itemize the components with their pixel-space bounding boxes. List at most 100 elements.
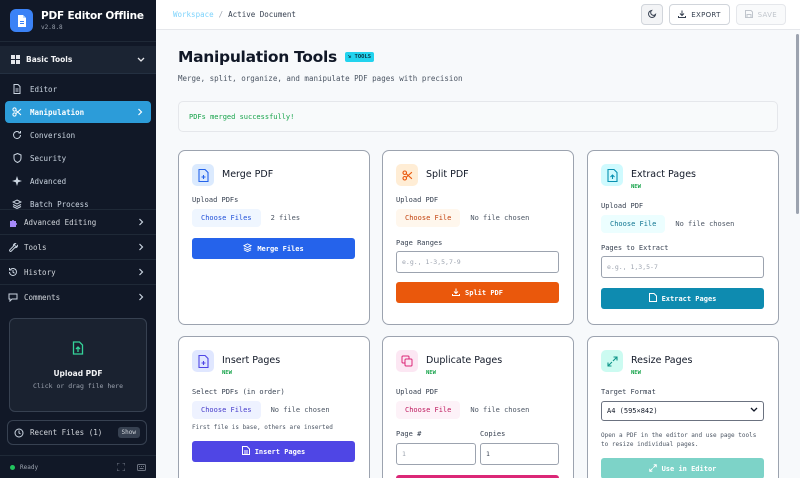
sidebar-item-label: Manipulation	[30, 107, 85, 117]
status-bar: Ready	[0, 455, 156, 478]
sidebar-group-advanced-editing[interactable]: Advanced Editing	[0, 209, 156, 234]
scissors-icon	[396, 164, 418, 186]
sidebar-item-label: Batch Process	[30, 199, 89, 209]
file-plus-icon	[192, 164, 214, 186]
upload-label: Upload PDF	[601, 202, 644, 210]
breadcrumb-root[interactable]: Workspace	[173, 10, 214, 19]
group-label: Comments	[24, 292, 61, 302]
sidebar-item-advanced[interactable]: Advanced	[5, 170, 151, 192]
sidebar-item-editor[interactable]: Editor	[5, 78, 151, 100]
choose-file-button[interactable]: Choose File	[396, 401, 461, 419]
upload-label: Upload PDF	[396, 196, 439, 204]
basic-tools-section[interactable]: Basic Tools	[0, 46, 156, 74]
insert-pages-button[interactable]: Insert Pages	[192, 441, 355, 462]
scrollbar[interactable]	[796, 30, 800, 478]
sidebar-item-label: Editor	[30, 84, 58, 94]
clock-icon	[14, 428, 24, 438]
file-export-icon	[601, 164, 623, 186]
split-pdf-card: Split PDF Upload PDF Choose File No file…	[382, 150, 574, 325]
sidebar-item-label: Security	[30, 153, 67, 163]
file-export-icon	[648, 293, 657, 304]
history-icon	[8, 267, 18, 277]
save-button[interactable]: SAVE	[735, 4, 786, 25]
page-number-input[interactable]: 1	[396, 443, 476, 465]
download-icon	[452, 288, 461, 298]
sidebar-group-comments[interactable]: Comments	[0, 284, 156, 309]
main-content: Manipulation Tools ⇲ TOOLS Merge, split,…	[156, 30, 800, 478]
file-status: No file chosen	[270, 406, 330, 414]
download-icon	[678, 10, 687, 20]
page-ranges-input[interactable]: e.g., 1-3,5,7-9	[396, 251, 559, 273]
duplicate-pages-card: Duplicate Pages NEW Upload PDF Choose Fi…	[382, 336, 574, 478]
show-recent-button[interactable]: Show	[117, 427, 140, 438]
file-status: No file chosen	[470, 406, 530, 414]
sparkle-icon	[12, 176, 22, 186]
sidebar-item-label: Conversion	[30, 130, 76, 140]
use-in-editor-button[interactable]: Use in Editor	[601, 458, 764, 478]
export-button[interactable]: EXPORT	[669, 4, 730, 25]
pages-to-extract-input[interactable]: e.g., 1,3,5-7	[601, 256, 764, 278]
document-icon	[241, 446, 250, 457]
recent-files-label: Recent Files (1)	[30, 428, 103, 437]
upload-title: Upload PDF	[53, 368, 103, 378]
copies-input[interactable]: 1	[480, 443, 559, 465]
brand: PDF Editor Offline v2.8.8	[0, 0, 156, 42]
breadcrumb-separator: /	[218, 10, 224, 19]
scrollbar-thumb[interactable]	[796, 34, 799, 214]
chevron-right-icon	[136, 242, 146, 252]
choose-files-button[interactable]: Choose Files	[192, 401, 261, 419]
chevron-right-icon	[136, 267, 146, 277]
recent-files[interactable]: Recent Files (1) Show	[7, 420, 147, 445]
file-status: No file chosen	[675, 220, 735, 228]
sidebar-item-conversion[interactable]: Conversion	[5, 124, 151, 146]
page-number-label: Page #	[396, 430, 422, 438]
new-badge: NEW	[222, 370, 232, 376]
choose-files-button[interactable]: Choose Files	[192, 209, 261, 227]
tools-badge: ⇲ TOOLS	[344, 52, 375, 62]
insert-pages-card: Insert Pages NEW Select PDFs (in order) …	[178, 336, 370, 478]
export-label: EXPORT	[691, 10, 721, 19]
theme-toggle-button[interactable]	[641, 4, 664, 25]
wrench-icon	[8, 242, 18, 252]
shield-icon	[12, 153, 22, 163]
insert-hint: First file is base, others are inserted	[192, 424, 333, 431]
card-title: Extract Pages	[631, 169, 696, 180]
chevron-right-icon	[136, 292, 146, 302]
upload-dropzone[interactable]: Upload PDF Click or drag file here	[9, 318, 147, 412]
sidebar-item-security[interactable]: Security	[5, 147, 151, 169]
keyboard-icon[interactable]	[136, 462, 146, 472]
chevron-down-icon	[136, 55, 146, 65]
upload-label: Upload PDFs	[192, 196, 239, 204]
success-alert: PDFs merged successfully!	[178, 101, 778, 132]
extract-pages-card: Extract Pages NEW Upload PDF Choose File…	[587, 150, 779, 325]
sidebar: PDF Editor Offline v2.8.8 Basic Tools Ed…	[0, 0, 156, 478]
split-pdf-button[interactable]: Split PDF	[396, 282, 559, 303]
sidebar-item-label: Advanced	[30, 176, 67, 186]
copies-label: Copies	[480, 430, 506, 438]
choose-file-button[interactable]: Choose File	[601, 215, 666, 233]
page-ranges-label: Page Ranges	[396, 239, 443, 247]
target-format-select[interactable]: A4 (595×842)	[601, 401, 764, 421]
card-title: Resize Pages	[631, 355, 693, 366]
save-icon	[744, 9, 753, 20]
chevron-down-icon	[750, 407, 758, 415]
sidebar-group-history[interactable]: History	[0, 259, 156, 284]
file-status: No file chosen	[470, 214, 530, 222]
page-subtitle: Merge, split, organize, and manipulate P…	[178, 74, 463, 83]
scissors-icon	[12, 107, 22, 117]
extract-pages-button[interactable]: Extract Pages	[601, 288, 764, 309]
merge-files-button[interactable]: Merge Files	[192, 238, 355, 259]
grid-icon	[10, 55, 20, 65]
sidebar-item-manipulation[interactable]: Manipulation	[5, 101, 151, 123]
new-badge: NEW	[631, 184, 641, 190]
refresh-icon	[12, 130, 22, 140]
new-badge: NEW	[631, 370, 641, 376]
breadcrumb-current: Active Document	[228, 10, 296, 19]
layers-icon	[243, 243, 253, 254]
puzzle-icon	[8, 217, 18, 227]
sidebar-group-tools[interactable]: Tools	[0, 234, 156, 259]
save-label: SAVE	[757, 10, 777, 19]
file-plus-icon	[192, 350, 214, 372]
choose-file-button[interactable]: Choose File	[396, 209, 461, 227]
fullscreen-icon[interactable]	[116, 462, 126, 472]
